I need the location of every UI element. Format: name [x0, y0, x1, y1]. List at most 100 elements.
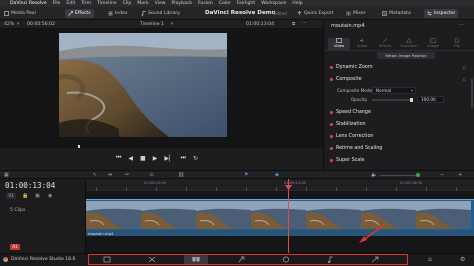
section-enable-dot[interactable] — [330, 135, 333, 138]
viewer-more-icon[interactable]: ⋯ — [302, 21, 307, 26]
reset-icon[interactable] — [462, 65, 467, 70]
zoom-dropdown-icon[interactable]: ▾ — [17, 22, 19, 27]
section-stabilization-label: Stabilization — [336, 122, 366, 127]
tab-video[interactable]: Video — [328, 38, 350, 50]
effects-button[interactable]: Effects — [65, 9, 94, 18]
section-lens-correction[interactable]: Lens Correction — [330, 132, 465, 141]
section-enable-dot[interactable] — [330, 78, 333, 81]
section-retime-scaling[interactable]: Retime and Scaling — [330, 144, 465, 153]
tab-image[interactable]: Image — [422, 38, 444, 48]
zoom-level[interactable]: 42% — [4, 22, 14, 27]
metadata-button[interactable]: Metadata — [382, 9, 411, 18]
zoom-in-icon[interactable]: + — [458, 172, 462, 178]
opacity-slider-handle[interactable] — [410, 98, 413, 102]
clip-name-bar[interactable] — [86, 230, 474, 236]
media-pool-label: Media Pool — [11, 11, 36, 16]
menu-item-workspace[interactable]: Workspace — [261, 1, 286, 6]
menu-item-help[interactable]: Help — [292, 1, 302, 6]
settings-icon[interactable]: ⚙ — [460, 256, 465, 263]
menu-item-fairlight[interactable]: Fairlight — [237, 1, 255, 6]
tab-transition[interactable]: Transition — [398, 37, 420, 48]
menu-item-fusion[interactable]: Fusion — [198, 1, 213, 6]
menu-item-view[interactable]: View — [155, 1, 166, 6]
menu-item-file[interactable]: File — [53, 1, 61, 6]
clip-count: 5 Clips — [10, 208, 26, 213]
go-to-end-icon[interactable]: ⏭ — [181, 154, 186, 162]
trim-tool-icon[interactable]: ⇹ — [108, 172, 112, 178]
tab-file[interactable]: File — [446, 38, 468, 48]
step-back-icon[interactable]: ◀ — [128, 155, 133, 162]
step-forward-icon[interactable]: ▶▏ — [164, 155, 173, 162]
section-enable-dot[interactable] — [330, 147, 333, 150]
inspector-scrollbar[interactable] — [471, 78, 473, 108]
inspector-more-icon[interactable]: ⋯ — [459, 22, 464, 28]
timeline-ruler[interactable]: 01:00:10:00 01:00:12:00 01:00:18:00 — [86, 179, 474, 191]
snapping-icon[interactable]: ⊏ — [150, 172, 154, 178]
link-icon[interactable]: ⛓ — [178, 172, 184, 178]
index-button[interactable]: Index — [108, 9, 128, 18]
zoom-out-icon[interactable]: − — [440, 172, 444, 178]
lock-icon[interactable]: 🔒 — [22, 193, 28, 199]
timeline-toolbar: ▦ ↖ ⇹ ✂ ⊏ ⛓ ⚑ ◆ 🔈 − + — [0, 170, 474, 179]
inspector-button[interactable]: Inspector — [424, 9, 459, 18]
video-clip[interactable] — [86, 199, 474, 230]
selection-tool-icon[interactable]: ↖ — [93, 172, 97, 178]
section-speed-change[interactable]: Speed Change — [330, 108, 465, 117]
menu-item-color[interactable]: Color — [219, 1, 231, 6]
speaker-icon[interactable]: 🔈 — [371, 172, 377, 178]
section-super-scale[interactable]: Super Scale — [330, 156, 465, 165]
auto-select-icon[interactable]: ▣ — [35, 193, 40, 199]
loop-icon[interactable]: ↻ — [193, 155, 198, 162]
section-dynamic-zoom[interactable]: Dynamic Zoom — [330, 63, 467, 72]
section-enable-dot[interactable] — [330, 159, 333, 162]
track-visibility-icon[interactable]: ◉ — [48, 193, 52, 199]
quick-export-label: Quick Export — [304, 11, 334, 16]
home-icon[interactable]: ⌂ — [428, 256, 432, 263]
timeline-dropdown-icon[interactable]: ▾ — [171, 22, 173, 27]
effects-tab-icon — [382, 38, 388, 43]
blade-tool-icon[interactable]: ✂ — [125, 172, 129, 178]
section-enable-dot[interactable] — [330, 123, 333, 126]
video-frame[interactable] — [59, 33, 227, 137]
play-icon[interactable]: ▶ — [153, 155, 158, 162]
section-composite[interactable]: Composite — [330, 75, 467, 84]
marker-icon[interactable]: ◆ — [275, 172, 279, 178]
audio-track-label[interactable]: A1 — [10, 244, 20, 250]
ruler-tick — [456, 187, 457, 191]
project-status: Edited — [274, 11, 287, 16]
opacity-label: Opacity — [351, 97, 368, 102]
menu-item-timeline[interactable]: Timeline — [97, 1, 117, 6]
layout-icon[interactable]: ▦ — [4, 172, 9, 178]
menu-item-app[interactable]: DaVinci Resolve — [10, 1, 47, 6]
playhead[interactable] — [288, 179, 289, 253]
stop-icon[interactable]: ■ — [140, 155, 146, 162]
viewer-options-icon[interactable]: ⧉ — [292, 21, 295, 27]
opacity-slider[interactable] — [372, 98, 413, 102]
timeline-tracks[interactable]: 01:00:10:00 01:00:12:00 01:00:18:00 mout… — [86, 179, 474, 253]
reset-icon[interactable] — [462, 77, 467, 82]
menu-item-trim[interactable]: Trim — [81, 1, 91, 6]
menu-item-mark[interactable]: Mark — [137, 1, 148, 6]
flag-icon[interactable]: ⚑ — [244, 172, 248, 178]
menu-item-edit[interactable]: Edit — [66, 1, 75, 6]
go-to-start-icon[interactable]: ⏮ — [116, 154, 121, 162]
menu-item-playback[interactable]: Playback — [172, 1, 193, 6]
tab-effects[interactable]: Effects — [374, 38, 396, 48]
media-pool-button[interactable]: Media Pool — [4, 9, 36, 18]
mixer-button[interactable]: Mixer — [346, 9, 366, 18]
retain-image-position-button[interactable]: Retain Image Position — [377, 52, 435, 59]
section-stabilization[interactable]: Stabilization — [330, 120, 465, 129]
tab-audio[interactable]: Audio — [351, 38, 373, 48]
timeline-clip-name: moutain.mp4 — [88, 231, 114, 236]
quick-export-button[interactable]: Quick Export — [297, 9, 334, 18]
volume-handle[interactable] — [416, 173, 420, 177]
composite-mode-select[interactable]: Normal ▾ — [372, 87, 416, 94]
timeline-name[interactable]: Timeline 1 — [140, 22, 164, 27]
video-track-label[interactable]: V1 — [6, 193, 16, 199]
menu-item-clip[interactable]: Clip — [123, 1, 132, 6]
section-enable-dot[interactable] — [330, 66, 333, 69]
section-enable-dot[interactable] — [330, 111, 333, 114]
sound-library-button[interactable]: Sound Library — [141, 9, 180, 18]
volume-slider[interactable] — [380, 175, 420, 176]
opacity-field[interactable]: 100.00 — [417, 96, 444, 103]
